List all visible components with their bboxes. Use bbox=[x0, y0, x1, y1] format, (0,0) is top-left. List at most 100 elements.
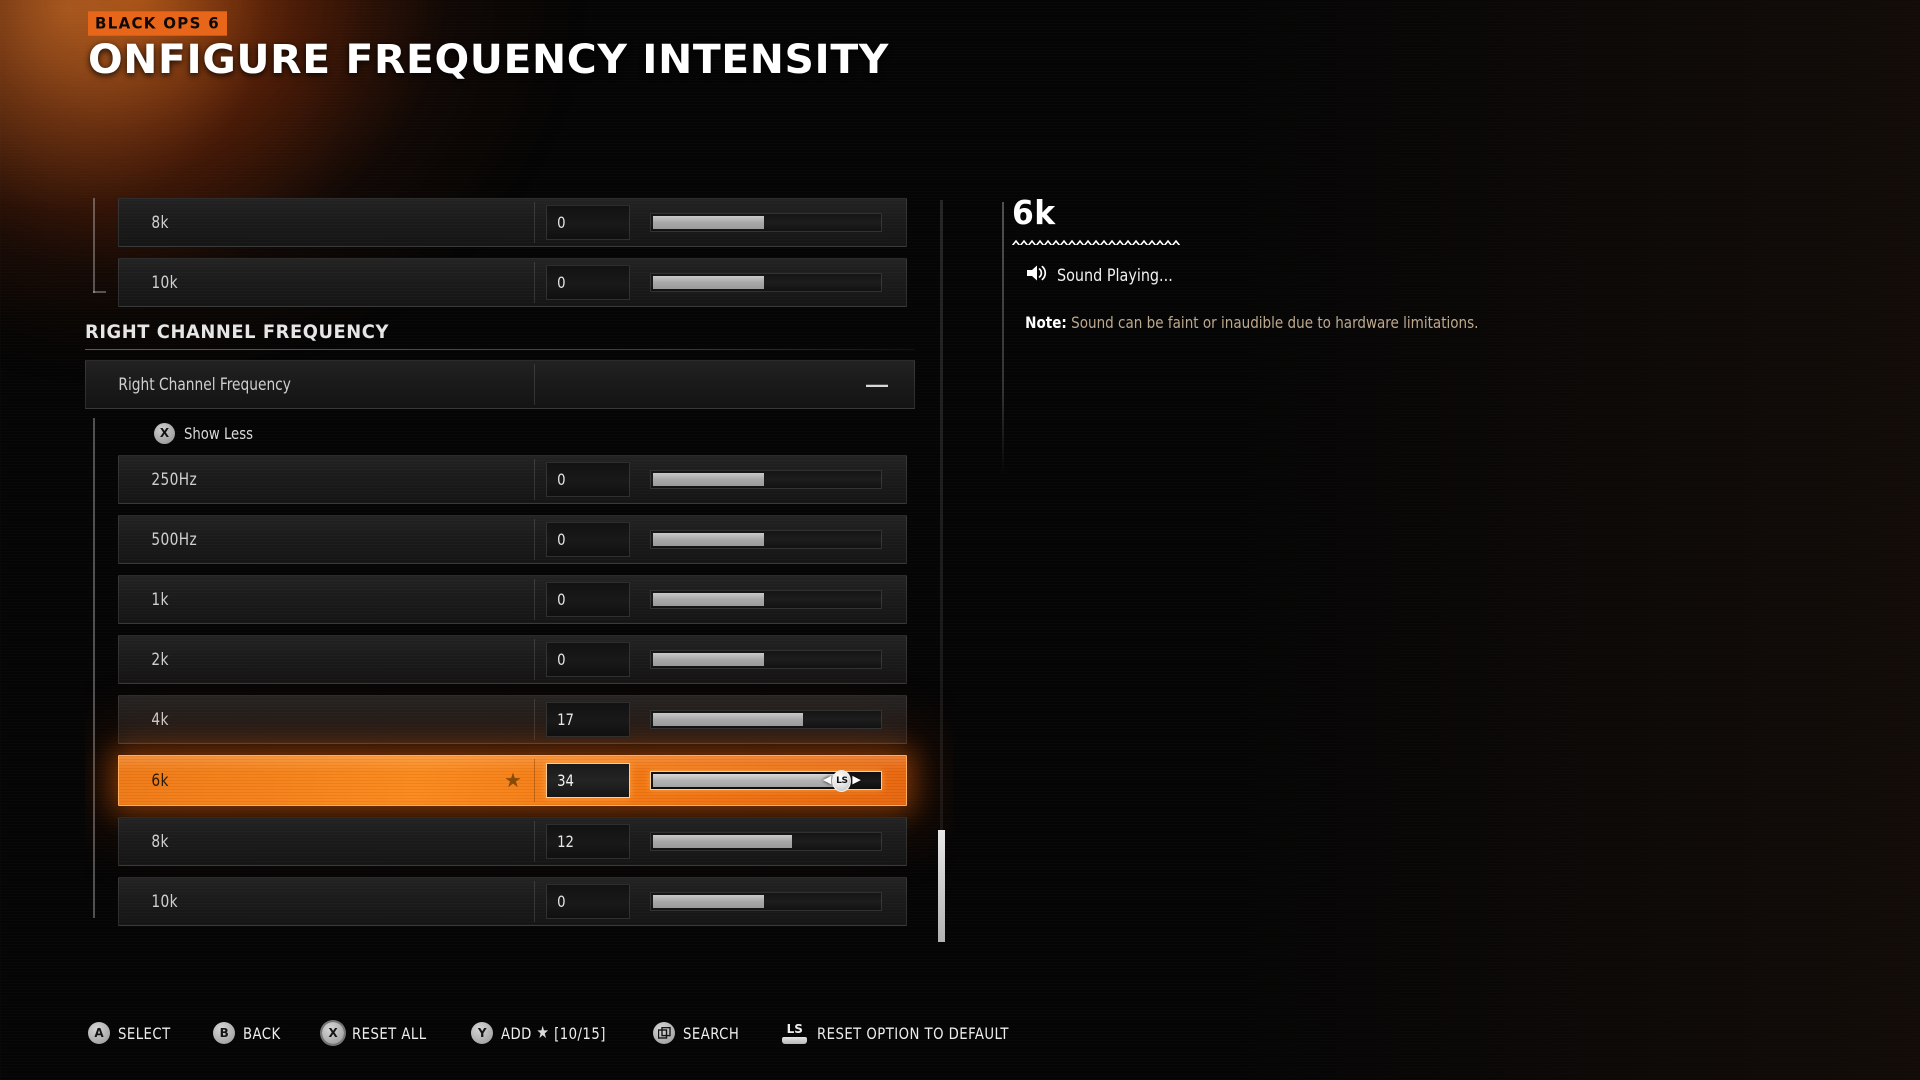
frequency-row[interactable]: 500Hz 0 bbox=[118, 515, 907, 564]
frequency-row-label: 2k bbox=[151, 649, 169, 670]
frequency-row[interactable]: 8k 12 bbox=[118, 817, 907, 866]
frequency-row-label: 4k bbox=[151, 709, 169, 730]
frequency-value-text: 0 bbox=[557, 650, 566, 669]
frequency-value-text: 17 bbox=[557, 710, 574, 729]
settings-list-panel[interactable]: 8k 0 10k 0 RIGHT CHANNEL FREQUENCY Right Ch… bbox=[85, 198, 953, 938]
footer-button-hints: A SELECT B BACK X RESET ALL Y ADD ★ [10/15] SEARCH… bbox=[88, 1022, 1064, 1044]
frequency-value-field[interactable]: 0 bbox=[546, 205, 630, 240]
info-title: 6k bbox=[1012, 193, 1056, 232]
frequency-value-field[interactable]: 17 bbox=[546, 702, 630, 737]
footer-hint-label: SEARCH bbox=[683, 1024, 739, 1043]
frequency-value-field[interactable]: 34 bbox=[546, 763, 630, 798]
frequency-slider-fill bbox=[653, 653, 764, 666]
frequency-value-field[interactable]: 0 bbox=[546, 642, 630, 677]
frequency-slider-fill bbox=[653, 895, 764, 908]
note-key: Note: bbox=[1025, 313, 1067, 332]
nested-group: X Show Less 250Hz 0 500Hz 0 1k 0 2k 0 4k 17 6k ★ 34 ◀… bbox=[85, 418, 953, 926]
frequency-value-text: 0 bbox=[557, 590, 566, 609]
show-less-control[interactable]: X Show Less bbox=[154, 418, 953, 448]
footer-hint-search[interactable]: SEARCH bbox=[653, 1022, 744, 1044]
collapse-minus-icon[interactable]: — bbox=[866, 373, 888, 396]
frequency-value-field[interactable]: 0 bbox=[546, 462, 630, 497]
group-bracket-line bbox=[93, 198, 106, 293]
frequency-value-field[interactable]: 0 bbox=[546, 522, 630, 557]
frequency-row[interactable]: 250Hz 0 bbox=[118, 455, 907, 504]
frequency-row-label: 8k bbox=[151, 212, 169, 233]
footer-hint-select[interactable]: A SELECT bbox=[88, 1022, 175, 1044]
frequency-row-label: 6k bbox=[151, 770, 169, 791]
footer-hint-reset-all[interactable]: X RESET ALL bbox=[322, 1022, 433, 1044]
frequency-slider[interactable] bbox=[650, 213, 882, 232]
frequency-row[interactable]: 2k 0 bbox=[118, 635, 907, 684]
footer-hint-add[interactable]: Y ADD ★ [10/15] bbox=[471, 1022, 615, 1044]
gamepad-button-a-icon: A bbox=[88, 1022, 110, 1044]
frequency-slider[interactable] bbox=[650, 273, 882, 292]
frequency-row[interactable]: 10k 0 bbox=[118, 258, 907, 307]
row-divider bbox=[534, 821, 535, 862]
speaker-icon bbox=[1026, 264, 1048, 287]
frequency-slider[interactable] bbox=[650, 470, 882, 489]
left-stick-label: LS bbox=[786, 1021, 803, 1036]
frequency-value-field[interactable]: 0 bbox=[546, 582, 630, 617]
footer-hint-back[interactable]: B BACK bbox=[213, 1022, 284, 1044]
footer-hint-text: SEARCH bbox=[683, 1023, 740, 1043]
frequency-row[interactable]: 8k 0 bbox=[118, 198, 907, 247]
gamepad-button-y-icon: Y bbox=[471, 1022, 494, 1044]
footer-hint-label: SELECT bbox=[118, 1024, 171, 1043]
frequency-slider[interactable] bbox=[650, 530, 882, 549]
frequency-slider-fill bbox=[653, 216, 764, 229]
frequency-row[interactable]: 6k ★ 34 ◀ LS ▶ bbox=[118, 755, 907, 806]
frequency-row-label: 10k bbox=[151, 891, 178, 912]
show-less-label: Show Less bbox=[184, 423, 254, 443]
info-note: Note: Sound can be faint or inaudible du… bbox=[1012, 313, 1614, 332]
frequency-slider[interactable] bbox=[650, 892, 882, 911]
frequency-value-field[interactable]: 0 bbox=[546, 884, 630, 919]
frequency-value-field[interactable]: 12 bbox=[546, 824, 630, 859]
left-stick-slider-thumb[interactable]: ◀ LS ▶ bbox=[822, 769, 861, 792]
footer-hint-count: [10/15] bbox=[554, 1023, 607, 1043]
footer-hint-text: BACK bbox=[243, 1023, 281, 1043]
frequency-row[interactable]: 10k 0 bbox=[118, 877, 907, 926]
footer-hint-label: RESET OPTION TO DEFAULT bbox=[817, 1024, 1009, 1043]
section-title: RIGHT CHANNEL FREQUENCY bbox=[85, 321, 389, 343]
frequency-row-label: 1k bbox=[151, 589, 169, 610]
row-divider bbox=[534, 459, 535, 500]
frequency-slider[interactable]: ◀ LS ▶ bbox=[650, 769, 882, 792]
frequency-slider[interactable] bbox=[650, 590, 882, 609]
info-panel: 6k Sound Playing... Note: Sound can be f… bbox=[1002, 193, 1652, 474]
group-row-divider bbox=[534, 364, 535, 405]
search-window-icon bbox=[653, 1022, 676, 1044]
frequency-slider-fill bbox=[653, 473, 764, 486]
frequency-slider-fill bbox=[653, 835, 792, 848]
row-divider bbox=[534, 579, 535, 620]
frequency-slider-fill bbox=[653, 774, 840, 787]
frequency-slider[interactable] bbox=[650, 710, 882, 729]
row-divider bbox=[534, 759, 535, 802]
scrollbar-thumb[interactable] bbox=[938, 830, 945, 942]
frequency-slider[interactable] bbox=[650, 650, 882, 669]
gamepad-button-x-icon: X bbox=[322, 1022, 345, 1044]
frequency-row[interactable]: 1k 0 bbox=[118, 575, 907, 624]
thumb-left-arrow-icon: ◀ bbox=[822, 774, 832, 786]
left-stick-icon: LS bbox=[832, 769, 852, 792]
frequency-slider-fill bbox=[653, 533, 764, 546]
footer-hint-text: ADD bbox=[501, 1023, 533, 1043]
x-button-icon[interactable]: X bbox=[154, 422, 175, 444]
thumb-right-arrow-icon: ▶ bbox=[852, 774, 861, 786]
row-divider bbox=[534, 881, 535, 922]
favorite-star-icon[interactable]: ★ bbox=[504, 771, 522, 791]
page-header: BLACK OPS 6 ONFIGURE FREQUENCY INTENSITY bbox=[88, 11, 888, 81]
footer-hint-label: BACK bbox=[243, 1024, 281, 1043]
gamepad-button-b-icon: B bbox=[213, 1022, 236, 1044]
frequency-slider[interactable] bbox=[650, 832, 882, 851]
note-value: Sound can be faint or inaudible due to h… bbox=[1071, 313, 1479, 332]
list-scrollbar[interactable] bbox=[938, 200, 945, 942]
group-row-right-channel-frequency[interactable]: Right Channel Frequency — bbox=[85, 360, 915, 409]
row-divider bbox=[534, 262, 535, 303]
row-divider bbox=[534, 699, 535, 740]
frequency-row[interactable]: 4k 17 bbox=[118, 695, 907, 744]
footer-hint-reset-option-to-default[interactable]: LS RESET OPTION TO DEFAULT bbox=[782, 1023, 1026, 1044]
frequency-value-field[interactable]: 0 bbox=[546, 265, 630, 300]
left-stick-base bbox=[782, 1036, 808, 1044]
frequency-slider-fill bbox=[653, 593, 764, 606]
